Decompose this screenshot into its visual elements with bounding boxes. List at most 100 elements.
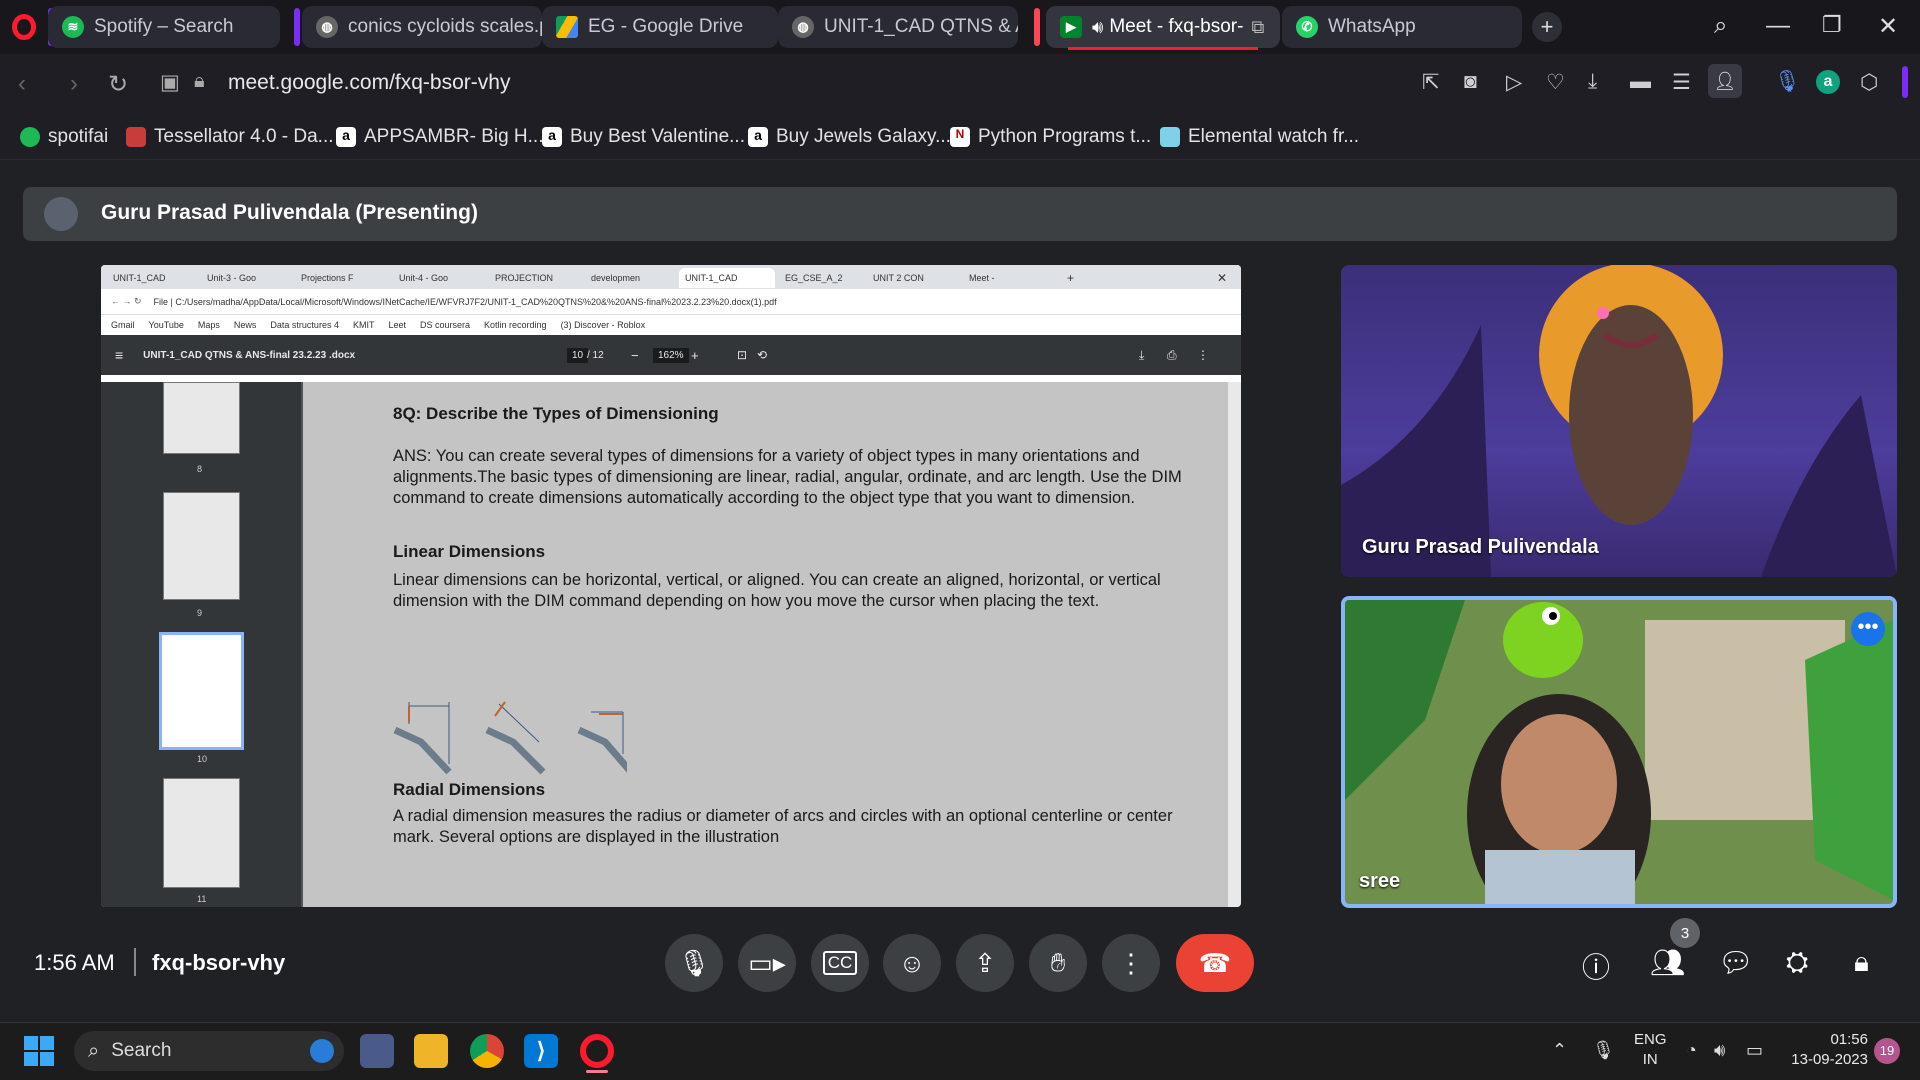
- tab-active-underline: [1068, 47, 1258, 50]
- camera-button[interactable]: ▭▸: [738, 934, 796, 992]
- clock-time: 01:56: [1830, 1031, 1868, 1048]
- camera-icon[interactable]: ▣: [160, 70, 180, 95]
- wifi-icon[interactable]: ◔: [1686, 1040, 1697, 1061]
- inner-close-icon: ✕: [1217, 271, 1228, 285]
- extensions-cube-icon[interactable]: ⬡: [1860, 70, 1878, 95]
- participant-tile-sree[interactable]: ••• sree: [1341, 596, 1897, 908]
- question-heading: 8Q: Describe the Types of Dimensioning: [393, 404, 719, 423]
- volume-icon[interactable]: 🔊︎: [1714, 1040, 1725, 1061]
- file-explorer-icon[interactable]: [414, 1034, 448, 1068]
- meeting-info-icon[interactable]: ⓘ: [1582, 946, 1610, 986]
- bookmark-label: APPSAMBR- Big H...: [364, 126, 544, 147]
- bookmark-valentine[interactable]: a Buy Best Valentine...: [542, 126, 745, 148]
- forward-icon[interactable]: ›: [70, 70, 78, 98]
- inner-tab: Unit-4 - Goo: [399, 273, 449, 283]
- tab-label: EG - Google Drive: [588, 16, 744, 37]
- pdf-toolbar: ≡ UNIT-1_CAD QTNS & ANS-final 23.2.23 .d…: [101, 335, 1241, 375]
- globe-icon: ◍: [792, 16, 814, 38]
- inner-bookmark: (3) Discover - Roblox: [560, 320, 646, 330]
- aria-icon[interactable]: a: [1816, 70, 1840, 94]
- spotify-icon: [20, 127, 40, 147]
- python-site-icon: N: [950, 127, 970, 147]
- people-icon[interactable]: 👥︎: [1650, 946, 1686, 979]
- taskbar-clock[interactable]: 01:56 13-09-2023: [1788, 1030, 1868, 1070]
- bookmark-spotifai[interactable]: spotifai: [20, 126, 108, 148]
- back-icon[interactable]: ‹: [18, 70, 26, 98]
- bookmark-elemental[interactable]: Elemental watch fr...: [1160, 126, 1359, 148]
- tab-meet[interactable]: ▶ 🔊︎ Meet - fxq-bsor- ⧉: [1046, 6, 1280, 48]
- url-field[interactable]: meet.google.com/fxq-bsor-vhy: [228, 71, 510, 95]
- notification-badge[interactable]: 19: [1874, 1038, 1900, 1064]
- participant-name: sree: [1359, 870, 1401, 892]
- activities-icon[interactable]: ⛭: [1786, 946, 1808, 979]
- bookmark-appsambr[interactable]: a APPSAMBR- Big H...: [336, 126, 544, 148]
- play-icon[interactable]: ▷: [1506, 70, 1522, 95]
- tile-scene: [1341, 265, 1897, 577]
- bookmark-python[interactable]: N Python Programs t...: [950, 126, 1151, 148]
- minimize-button[interactable]: —: [1766, 12, 1790, 40]
- close-window-button[interactable]: ✕: [1878, 12, 1898, 41]
- new-tab-button[interactable]: +: [1532, 12, 1562, 42]
- inner-url: File | C:/Users/madha/AppData/Local/Micr…: [153, 296, 777, 307]
- vscode-icon[interactable]: ⟩: [524, 1034, 558, 1068]
- download-icon[interactable]: ⤓: [1588, 70, 1597, 94]
- bookmark-tessellator[interactable]: Tessellator 4.0 - Da...: [126, 126, 334, 148]
- captions-icon: CC: [822, 951, 858, 975]
- inner-tab-strip: UNIT-1_CAD Unit-3 - Goo Projections F Un…: [101, 265, 1241, 289]
- leave-call-button[interactable]: ☎︎: [1176, 934, 1254, 992]
- microphone-button[interactable]: 🎙︎: [665, 934, 723, 992]
- language-indicator[interactable]: ENG IN: [1634, 1030, 1667, 1070]
- tab-label: conics cycloids scales.pc: [348, 16, 542, 37]
- pdf-thumbnail-selected: [159, 632, 244, 750]
- dimension-illustration: [393, 701, 627, 775]
- meeting-time: 1:56 AM: [34, 950, 115, 975]
- tray-chevron-icon[interactable]: ⌃: [1552, 1040, 1567, 1061]
- raise-hand-button[interactable]: ✋︎: [1029, 934, 1087, 992]
- tab-google-drive[interactable]: EG - Google Drive: [542, 6, 778, 48]
- tab-spotify[interactable]: ≋ Spotify – Search: [48, 6, 280, 48]
- present-button[interactable]: ⇪: [956, 934, 1014, 992]
- easy-setup-icon[interactable]: ☰: [1672, 70, 1691, 95]
- battery-saver-icon[interactable]: ▬: [1630, 70, 1651, 94]
- captions-button[interactable]: CC: [811, 934, 869, 992]
- heart-icon[interactable]: ♡: [1546, 70, 1565, 95]
- tab-conics-pdf[interactable]: ◍ conics cycloids scales.pc: [302, 6, 542, 48]
- emoji-icon: ☺: [898, 947, 926, 978]
- calculator-icon[interactable]: [360, 1034, 394, 1068]
- tab-whatsapp[interactable]: ✆ WhatsApp: [1282, 6, 1522, 48]
- answer-paragraph: ANS: You can create several types of dim…: [393, 447, 1182, 507]
- bookmark-label: Buy Jewels Galaxy...: [776, 126, 951, 147]
- meet-icon: ▶: [1060, 16, 1082, 38]
- tessellator-icon: [126, 127, 146, 147]
- taskbar-search[interactable]: ⌕ Search: [74, 1031, 344, 1071]
- microphone-ext-icon[interactable]: 🎙︎: [1774, 70, 1801, 94]
- participant-tile-guru[interactable]: Guru Prasad Pulivendala: [1341, 265, 1897, 577]
- radial-paragraph: A radial dimension measures the radius o…: [393, 807, 1173, 846]
- windows-start-icon[interactable]: [24, 1036, 54, 1066]
- opera-logo-icon[interactable]: [12, 14, 36, 40]
- search-tabs-icon[interactable]: ⌕: [1714, 12, 1727, 40]
- clock-date: 13-09-2023: [1791, 1051, 1868, 1068]
- reactions-button[interactable]: ☺: [883, 934, 941, 992]
- profile-icon[interactable]: 👤︎: [1708, 64, 1742, 98]
- more-options-button[interactable]: ⋮: [1102, 934, 1160, 992]
- reload-icon[interactable]: ↻: [108, 70, 128, 99]
- more-options-icon[interactable]: •••: [1851, 612, 1885, 646]
- tab-unit1-cad[interactable]: ◍ UNIT-1_CAD QTNS & A: [778, 6, 1018, 48]
- battery-icon[interactable]: ▭: [1746, 1040, 1763, 1061]
- chat-icon[interactable]: 💬︎: [1718, 946, 1754, 979]
- pip-icon[interactable]: ⧉: [1251, 17, 1264, 38]
- opera-taskbar-icon[interactable]: [580, 1034, 614, 1068]
- zoom-in-icon: +: [691, 347, 699, 363]
- chrome-icon[interactable]: [470, 1034, 504, 1068]
- spotify-icon: ≋: [62, 16, 84, 38]
- bookmark-jewels[interactable]: a Buy Jewels Galaxy...: [748, 126, 951, 148]
- pdf-viewer: 8 9 10 11 8Q: Describe the Types of Dime…: [101, 382, 1241, 907]
- tab-group-marker: [1034, 8, 1040, 46]
- sidebar-indicator: [1902, 66, 1908, 98]
- snapshot-icon[interactable]: ◙: [1464, 70, 1477, 94]
- amazon-icon: a: [336, 127, 356, 147]
- restore-button[interactable]: ❐: [1822, 12, 1842, 38]
- share-icon[interactable]: ⇱: [1422, 70, 1440, 95]
- host-controls-icon[interactable]: 🔒︎: [1854, 946, 1869, 979]
